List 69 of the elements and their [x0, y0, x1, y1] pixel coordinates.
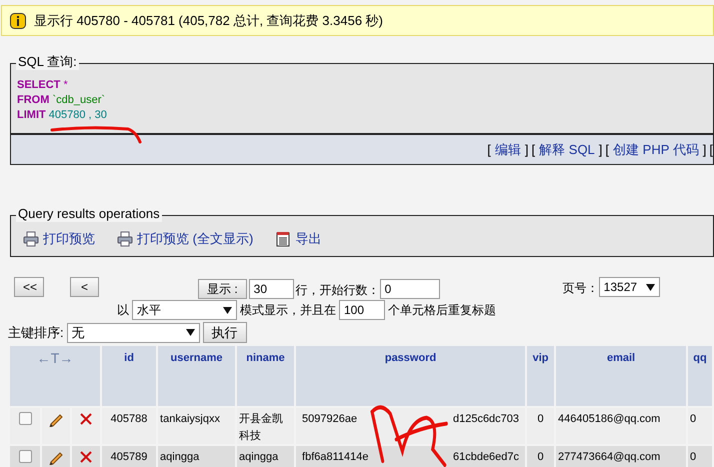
- sql-action-link[interactable]: 解释 SQL: [539, 140, 595, 160]
- sort-label: 主键排序:: [8, 324, 64, 342]
- table-cell: 405788: [110, 413, 148, 425]
- table-cell: aqingga: [160, 451, 200, 463]
- password-fragment: 5097926ae: [302, 412, 358, 427]
- sql-line: FROM `cdb_user`: [17, 93, 106, 108]
- table-cell: aqingga: [239, 451, 278, 463]
- start-row-field[interactable]: 0: [380, 279, 440, 299]
- bracket: [: [709, 140, 713, 159]
- row-checkbox[interactable]: [18, 412, 32, 425]
- rows-label: 行，开始行数：: [296, 282, 380, 299]
- table-cell: 277473664@qq.com: [558, 451, 660, 463]
- mode-label: 模式显示，并且在: [240, 302, 336, 319]
- table-cell: 0: [537, 413, 544, 425]
- sql-legend: SQL 查询:: [16, 54, 79, 70]
- mode-prefix-label: 以: [117, 302, 129, 319]
- column-header[interactable]: qq: [688, 346, 712, 406]
- column-header[interactable]: vip: [527, 346, 554, 406]
- table-cell: 0: [690, 451, 696, 463]
- execute-button[interactable]: 执行: [202, 322, 247, 343]
- document-icon: [275, 231, 292, 247]
- repeat-label: 个单元格后重复标题: [388, 302, 496, 319]
- operation-link[interactable]: 打印预览 (全文显示): [117, 229, 254, 249]
- table-cell: 0: [690, 413, 696, 425]
- table-cell: 405789: [110, 451, 148, 463]
- dropdown-caret-icon: [646, 284, 655, 290]
- bracket: [: [532, 140, 536, 159]
- password-fragment: fbf6a811414e: [302, 450, 369, 465]
- row-checkbox[interactable]: [18, 450, 32, 463]
- sql-line: LIMIT 405780 , 30: [17, 108, 108, 123]
- info-icon: [10, 12, 26, 28]
- bracket: ]: [524, 140, 529, 159]
- column-header[interactable]: username: [158, 346, 236, 406]
- delete-cross-icon[interactable]: [79, 412, 94, 426]
- table-cell: 446405186@qq.com: [558, 413, 660, 425]
- sort-select[interactable]: 无: [66, 322, 200, 342]
- sql-action-link[interactable]: 编辑: [494, 140, 521, 160]
- bracket: [: [487, 140, 491, 159]
- dropdown-caret-icon: [186, 329, 195, 336]
- sql-line: SELECT *: [17, 78, 69, 93]
- password-fragment: d125c6dc703: [452, 412, 520, 427]
- bracket: ]: [702, 140, 706, 159]
- page-label: 页号：: [562, 280, 599, 297]
- sql-action-link[interactable]: 创建 PHP 代码: [613, 140, 699, 160]
- table-cell: 0: [537, 451, 544, 463]
- column-header[interactable]: email: [556, 346, 686, 406]
- table-cell: tankaiysjqxx: [160, 413, 220, 425]
- repeat-field[interactable]: 100: [339, 300, 385, 320]
- message-text: 显示行 405780 - 405781 (405,782 总计, 查询花费 3.3456 秒): [34, 12, 384, 30]
- printer-icon: [117, 231, 133, 247]
- dropdown-caret-icon: [223, 306, 232, 314]
- operation-link[interactable]: 导出: [275, 229, 322, 249]
- operation-link[interactable]: 打印预览: [23, 229, 95, 249]
- column-header[interactable]: id: [102, 346, 156, 406]
- mode-select[interactable]: 水平: [132, 300, 237, 320]
- column-header[interactable]: password: [296, 346, 526, 406]
- bracket: [: [605, 140, 610, 159]
- first-page-button[interactable]: <<: [14, 277, 44, 297]
- table-cell: 开县金凯科技: [239, 413, 284, 442]
- printer-icon: [23, 231, 39, 247]
- operations-legend: Query results operations: [16, 206, 162, 222]
- column-header[interactable]: niname: [237, 346, 294, 406]
- rows-field[interactable]: 30: [248, 279, 294, 299]
- show-button[interactable]: 显示 :: [198, 279, 247, 299]
- bracket: ]: [598, 140, 602, 159]
- previous-page-button[interactable]: <: [70, 277, 99, 297]
- password-fragment: 61cbde6ed7c: [452, 450, 520, 465]
- page-select[interactable]: 13527: [598, 277, 660, 297]
- delete-cross-icon[interactable]: [79, 450, 94, 464]
